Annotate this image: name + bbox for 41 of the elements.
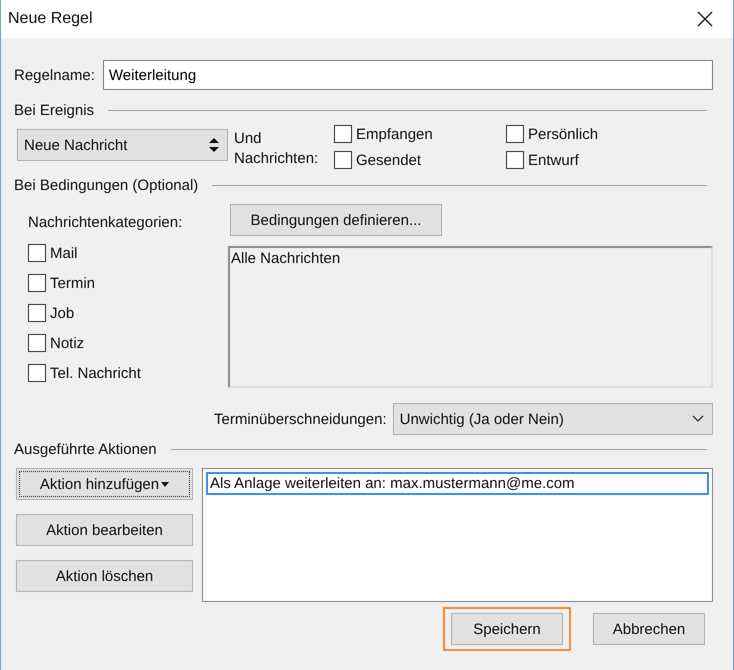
close-icon[interactable] (697, 11, 713, 27)
checkbox[interactable] (334, 151, 352, 169)
checkbox[interactable] (28, 244, 46, 262)
checkbox-label: Gesendet (356, 152, 422, 168)
list-item[interactable]: Als Anlage weiterleiten an: max.mustermann@me.com (206, 472, 709, 495)
field-label: Und Nachrichten: (234, 129, 320, 169)
conditions-summary: Alle Nachrichten (228, 246, 713, 388)
field-label: Nachrichtenkategorien: (28, 214, 184, 231)
checkbox[interactable] (28, 334, 46, 352)
checkbox-label: Termin (50, 274, 96, 292)
checkbox-label: Empfangen (356, 126, 433, 142)
checkbox-label: Entwurf (528, 152, 579, 168)
rule-name-field[interactable]: Weiterleitung (102, 60, 713, 90)
checkbox-label: Job (50, 304, 74, 322)
checkbox[interactable] (506, 151, 524, 169)
group-heading: Bei Bedingungen (Optional) (14, 177, 198, 194)
dialog-button[interactable]: Speichern (451, 613, 563, 645)
define-conditions-button[interactable]: Bedingungen definieren... (230, 204, 442, 236)
updown-icon (209, 138, 219, 152)
group-heading: Bei Ereignis (14, 102, 94, 119)
checkbox[interactable] (28, 304, 46, 322)
checkbox-label: Persönlich (528, 126, 598, 142)
chevron-down-icon (692, 415, 704, 423)
dialog-button[interactable]: Abbrechen (593, 613, 705, 645)
action-button[interactable]: Aktion löschen (16, 560, 193, 592)
caret-icon (161, 482, 170, 486)
checkbox[interactable] (28, 364, 46, 382)
overlap-dropdown[interactable]: Unwichtig (Ja oder Nein) (392, 403, 713, 435)
checkbox-label: Notiz (50, 334, 84, 352)
checkbox[interactable] (28, 274, 46, 292)
field-label: Terminüberschneidungen: (214, 410, 387, 428)
field-label: Regelname: (14, 66, 95, 84)
menu-button[interactable]: Aktion hinzufügen (16, 468, 193, 500)
checkbox[interactable] (506, 125, 524, 143)
action-button[interactable]: Aktion bearbeiten (16, 514, 193, 546)
checkbox-label: Mail (50, 244, 78, 262)
window-title: Neue Regel (8, 10, 92, 28)
checkbox-label: Tel. Nachricht (50, 364, 141, 382)
event-select[interactable]: Neue Nachricht (17, 129, 228, 161)
checkbox[interactable] (334, 125, 352, 143)
group-heading: Ausgeführte Aktionen (14, 441, 157, 458)
